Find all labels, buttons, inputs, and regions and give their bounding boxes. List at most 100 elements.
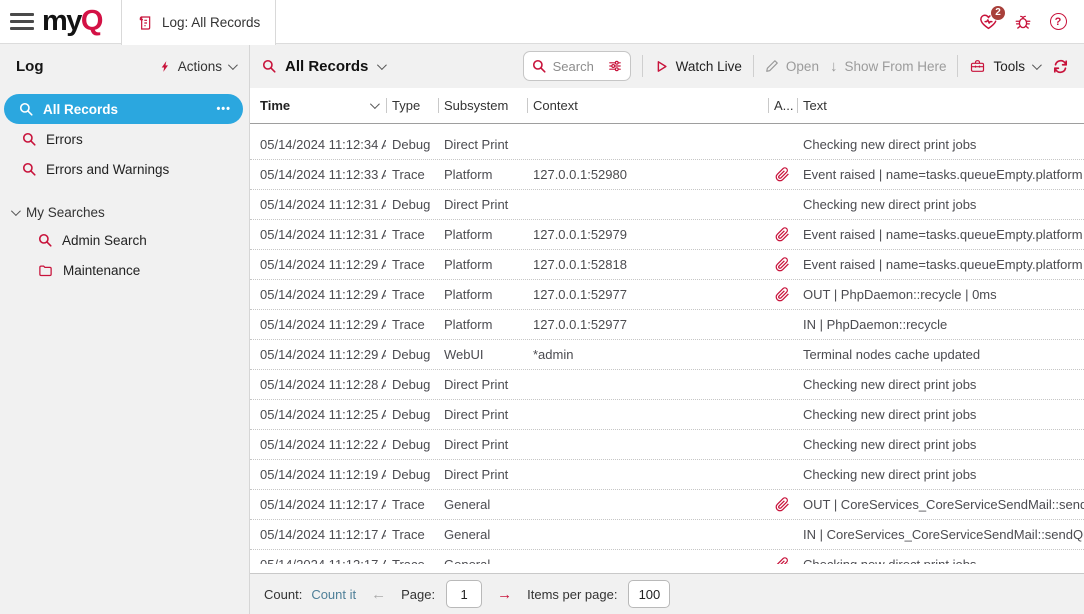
cell-time: 05/14/2024 11:12:33 AM: [250, 167, 386, 182]
sort-chevron-icon: [370, 99, 380, 109]
previous-page-arrow-icon[interactable]: ←: [371, 586, 386, 603]
search-icon: [532, 59, 546, 73]
pencil-icon: [765, 59, 779, 73]
cell-attachment: [768, 257, 797, 272]
cell-time: 05/14/2024 11:12:31 AM: [250, 197, 386, 212]
toolbox-icon: [969, 58, 986, 74]
arrow-down-icon: ↓: [830, 58, 838, 75]
watch-live-button[interactable]: Watch Live: [654, 59, 742, 74]
view-selector[interactable]: All Records: [262, 58, 384, 75]
lightning-icon: [159, 59, 172, 74]
cell-time: 05/14/2024 11:12:17 AM: [250, 527, 386, 542]
search-input[interactable]: Search: [523, 51, 631, 81]
table-row[interactable]: 05/14/2024 11:12:31 AMTracePlatform127.0…: [250, 220, 1084, 250]
cell-type: Debug: [386, 377, 438, 392]
cell-context: 127.0.0.1:52977: [527, 317, 768, 332]
cell-context: 127.0.0.1:52979: [527, 227, 768, 242]
column-header-type[interactable]: Type: [386, 88, 438, 123]
table-row[interactable]: 05/14/2024 11:12:29 AMTracePlatform127.0…: [250, 280, 1084, 310]
cell-context: *admin: [527, 347, 768, 362]
health-icon[interactable]: 2: [978, 12, 998, 32]
table-row[interactable]: 05/14/2024 11:12:25 AMDebugDirect PrintC…: [250, 400, 1084, 430]
tab-log-all-records[interactable]: Log: All Records: [121, 0, 276, 45]
cell-text: Checking new direct print jobs: [797, 197, 1084, 212]
column-header-subsystem[interactable]: Subsystem: [438, 88, 527, 123]
count-it-link[interactable]: Count it: [311, 587, 356, 602]
table-row[interactable]: 05/14/2024 11:12:28 AMDebugDirect PrintC…: [250, 370, 1084, 400]
next-page-arrow-icon[interactable]: →: [497, 586, 512, 603]
cell-type: Trace: [386, 557, 438, 564]
myq-logo[interactable]: myQ: [42, 7, 102, 36]
table-row[interactable]: 05/14/2024 11:12:17 AMTraceGeneralOUT | …: [250, 490, 1084, 520]
cell-subsystem: Direct Print: [438, 137, 527, 152]
chevron-down-icon: [377, 60, 387, 70]
cell-type: Debug: [386, 137, 438, 152]
cell-type: Trace: [386, 527, 438, 542]
table-row[interactable]: 05/14/2024 11:12:29 AMTracePlatform127.0…: [250, 310, 1084, 340]
table-row[interactable]: 05/14/2024 11:12:29 AMTracePlatform127.0…: [250, 250, 1084, 280]
table-row[interactable]: 05/14/2024 11:12:17 AMTraceGeneralChecki…: [250, 550, 1084, 564]
cell-subsystem: Direct Print: [438, 467, 527, 482]
sidebar-item-admin-search[interactable]: Admin Search: [0, 225, 249, 255]
pagination-bar: Count: Count it ← Page: → Items per page…: [250, 573, 1084, 614]
cell-subsystem: General: [438, 527, 527, 542]
sidebar-item-all-records[interactable]: All Records•••: [4, 94, 243, 124]
cell-type: Debug: [386, 467, 438, 482]
chevron-down-icon: [228, 60, 238, 70]
menu-icon[interactable]: [10, 13, 34, 30]
cell-time: 05/14/2024 11:12:17 AM: [250, 497, 386, 512]
chevron-down-icon: [11, 206, 21, 216]
actions-button[interactable]: Actions: [159, 59, 235, 74]
cell-text: Event raised | name=tasks.queueEmpty.pla…: [797, 227, 1084, 242]
table-row[interactable]: 05/14/2024 11:12:33 AMTracePlatform127.0…: [250, 160, 1084, 190]
filter-sliders-icon[interactable]: [608, 59, 622, 73]
cell-text: Event raised | name=tasks.queueEmpty.pla…: [797, 167, 1084, 182]
cell-subsystem: Platform: [438, 317, 527, 332]
cell-subsystem: Platform: [438, 167, 527, 182]
items-per-page-input[interactable]: [628, 580, 670, 608]
table-row[interactable]: 05/14/2024 11:12:29 AMDebugWebUI*adminTe…: [250, 340, 1084, 370]
search-icon: [22, 162, 36, 176]
column-header-attachment[interactable]: A...: [768, 88, 797, 123]
table-row[interactable]: 05/14/2024 11:12:31 AMDebugDirect PrintC…: [250, 190, 1084, 220]
divider: [753, 55, 754, 77]
column-header-time[interactable]: Time: [250, 88, 386, 123]
column-header-context[interactable]: Context: [527, 88, 768, 123]
table-header: Time Type Subsystem Context A... Text: [250, 88, 1084, 124]
more-options-icon[interactable]: •••: [216, 103, 231, 115]
cell-type: Debug: [386, 347, 438, 362]
sidebar-item-errors[interactable]: Errors: [0, 124, 249, 154]
cell-time: 05/14/2024 11:12:29 AM: [250, 347, 386, 362]
cell-attachment: [768, 227, 797, 242]
items-per-page-label: Items per page:: [527, 587, 617, 602]
cell-time: 05/14/2024 11:12:17 AM: [250, 557, 386, 564]
table-row[interactable]: 05/14/2024 11:12:19 AMDebugDirect PrintC…: [250, 460, 1084, 490]
refresh-button[interactable]: [1050, 56, 1070, 76]
refresh-icon: [1052, 58, 1069, 75]
sidebar-header: Log Actions: [0, 44, 249, 88]
cell-type: Trace: [386, 227, 438, 242]
help-icon[interactable]: ?: [1048, 12, 1068, 32]
search-icon: [19, 102, 33, 116]
cell-text: IN | PhpDaemon::recycle: [797, 317, 1084, 332]
sidebar-group-my-searches[interactable]: My Searches: [0, 199, 249, 225]
column-header-text[interactable]: Text: [797, 88, 1084, 123]
cell-time: 05/14/2024 11:12:29 AM: [250, 257, 386, 272]
cell-text: Checking new direct print jobs: [797, 377, 1084, 392]
sidebar-item-errors-and-warnings[interactable]: Errors and Warnings: [0, 154, 249, 184]
page-title: Log: [16, 58, 44, 75]
bug-icon[interactable]: [1013, 12, 1033, 32]
open-button[interactable]: Open: [765, 59, 819, 74]
cell-subsystem: General: [438, 497, 527, 512]
table-row[interactable]: 05/14/2024 11:12:17 AMTraceGeneralIN | C…: [250, 520, 1084, 550]
show-from-here-button[interactable]: ↓ Show From Here: [830, 58, 947, 75]
sidebar-item-maintenance[interactable]: Maintenance: [0, 255, 249, 285]
cell-time: 05/14/2024 11:12:25 AM: [250, 407, 386, 422]
page-input[interactable]: [446, 580, 482, 608]
cell-text: Checking new direct print jobs: [797, 437, 1084, 452]
table-row[interactable]: 05/14/2024 11:12:34 AMDebugDirect PrintC…: [250, 130, 1084, 160]
cell-text: Checking new direct print jobs: [797, 467, 1084, 482]
tools-button[interactable]: Tools: [969, 58, 1039, 74]
table-row[interactable]: 05/14/2024 11:12:22 AMDebugDirect PrintC…: [250, 430, 1084, 460]
count-label: Count:: [264, 587, 302, 602]
